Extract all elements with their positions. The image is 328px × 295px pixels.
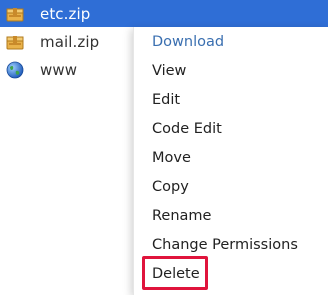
menu-item-change-permissions[interactable]: Change Permissions (152, 237, 298, 253)
menu-item-copy[interactable]: Copy (152, 179, 189, 195)
menu-item-move[interactable]: Move (152, 150, 191, 166)
globe-icon (6, 61, 24, 79)
context-menu: Download View Edit Code Edit Move Copy R… (133, 27, 328, 295)
menu-item-view[interactable]: View (152, 63, 186, 79)
menu-item-code-edit[interactable]: Code Edit (152, 121, 222, 137)
file-name[interactable]: www (40, 61, 77, 79)
file-name[interactable]: etc.zip (40, 5, 90, 23)
menu-item-rename[interactable]: Rename (152, 208, 211, 224)
file-row-etc-zip[interactable]: etc.zip (0, 0, 328, 27)
menu-item-delete[interactable]: Delete (152, 266, 200, 282)
file-manager-view: etc.zip mail.zip www Download View Edit … (0, 0, 328, 295)
file-name[interactable]: mail.zip (40, 33, 99, 51)
archive-icon (6, 34, 24, 50)
archive-icon (6, 6, 24, 22)
menu-item-download[interactable]: Download (152, 34, 224, 50)
menu-item-edit[interactable]: Edit (152, 92, 180, 108)
